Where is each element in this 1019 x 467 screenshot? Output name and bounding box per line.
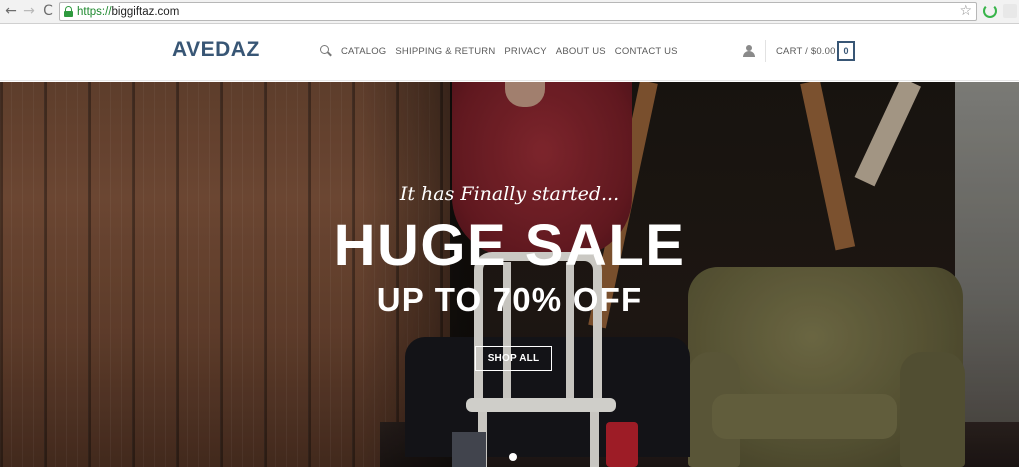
address-bar[interactable]: https://biggiftaz.com ☆: [59, 2, 977, 21]
header-divider: [765, 40, 766, 62]
user-icon[interactable]: [743, 45, 755, 57]
lock-icon: [64, 6, 73, 17]
hero-tagline: It has Finally started...: [399, 183, 620, 205]
slide-dot-active[interactable]: [509, 453, 517, 461]
forward-icon[interactable]: →: [21, 3, 37, 19]
url-host: biggiftaz.com: [111, 6, 180, 18]
menu-icon[interactable]: [1003, 4, 1017, 18]
search-icon[interactable]: [320, 45, 332, 57]
shop-all-button[interactable]: SHOP ALL: [475, 346, 552, 371]
cart-link[interactable]: CART / $0.00: [776, 46, 836, 57]
main-nav: CATALOG SHIPPING & RETURN PRIVACY ABOUT …: [320, 45, 687, 57]
nav-shipping-return[interactable]: SHIPPING & RETURN: [395, 46, 495, 57]
nav-about-us[interactable]: ABOUT US: [556, 46, 606, 57]
nav-catalog[interactable]: CATALOG: [341, 46, 386, 57]
hero-banner: It has Finally started... HUGE SALE UP T…: [0, 82, 1019, 467]
browser-toolbar: ← → C https://biggiftaz.com ☆: [0, 0, 1019, 24]
hero-headline: HUGE SALE: [333, 213, 686, 278]
nav-contact-us[interactable]: CONTACT US: [615, 46, 678, 57]
nav-privacy[interactable]: PRIVACY: [504, 46, 546, 57]
back-icon[interactable]: ←: [3, 3, 19, 19]
extension-icon[interactable]: [983, 4, 997, 18]
url-scheme: https://: [77, 6, 112, 18]
url-text[interactable]: https://biggiftaz.com: [77, 5, 179, 19]
site-header: AVEDAZ CATALOG SHIPPING & RETURN PRIVACY…: [0, 24, 1019, 81]
hero-subline: UP TO 70% OFF: [376, 281, 643, 318]
hero-text: It has Finally started... HUGE SALE UP T…: [0, 82, 1019, 467]
reload-icon[interactable]: C: [40, 3, 56, 19]
site-logo[interactable]: AVEDAZ: [172, 38, 260, 62]
cart-count-badge[interactable]: 0: [837, 41, 855, 61]
star-icon[interactable]: ☆: [959, 3, 972, 20]
